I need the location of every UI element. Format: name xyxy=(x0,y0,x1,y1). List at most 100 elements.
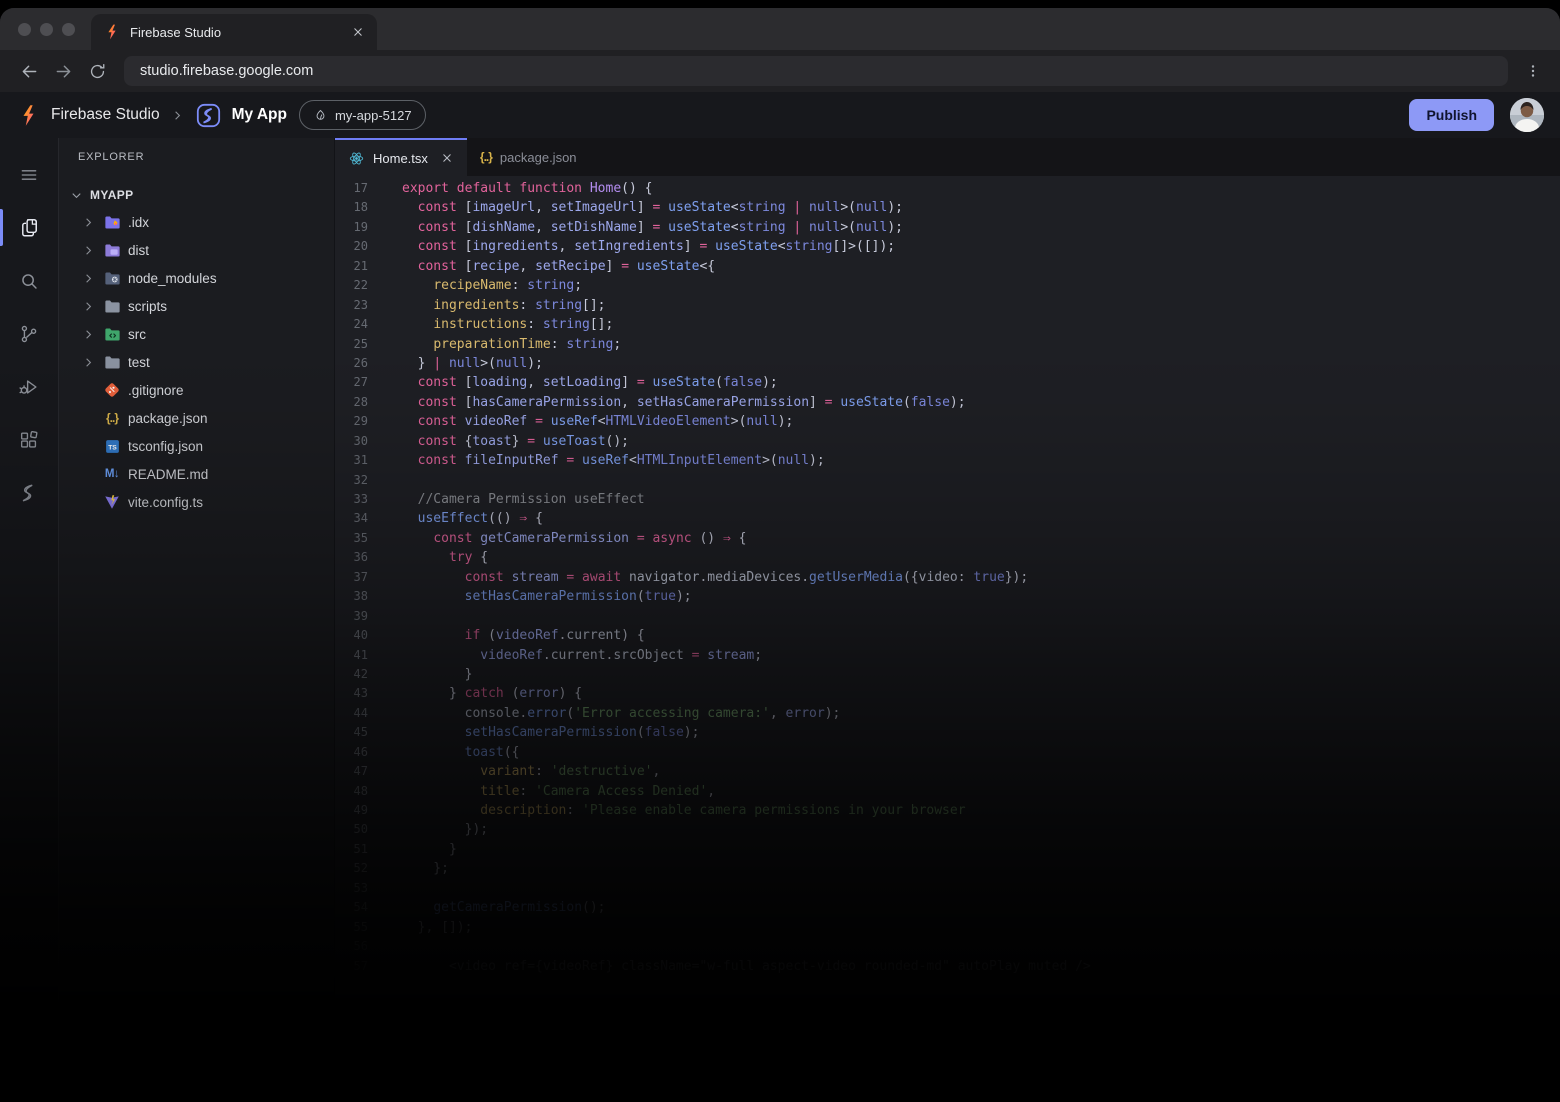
tree-item-dist[interactable]: dist xyxy=(59,236,334,264)
code-line: 20 const [ingredients, setIngredients] =… xyxy=(335,237,1560,256)
code-line: 38 setHasCameraPermission(true); xyxy=(335,587,1560,606)
line-number: 25 xyxy=(335,335,368,354)
activity-item-explorer[interactable] xyxy=(0,201,58,254)
line-number: 49 xyxy=(335,801,368,820)
browser-window: Firebase Studio studio.firebase.google.c… xyxy=(0,8,1560,1102)
activity-item-search[interactable] xyxy=(0,254,58,307)
folder-src-icon xyxy=(99,325,125,344)
tree-item-package-json[interactable]: {..} package.json xyxy=(59,404,334,432)
explorer-sidebar: EXPLORER MYAPP .idx d xyxy=(59,138,335,1102)
folder-idx-icon xyxy=(99,213,125,232)
run-debug-icon xyxy=(18,376,40,398)
line-number: 34 xyxy=(335,509,368,528)
tree-item-node-modules[interactable]: node_modules xyxy=(59,264,334,292)
code-line: 52 }; xyxy=(335,859,1560,878)
chevron-right-icon[interactable] xyxy=(81,299,99,314)
droplet-icon xyxy=(313,108,328,123)
tree-item-test[interactable]: test xyxy=(59,348,334,376)
line-number: 52 xyxy=(335,859,368,878)
code-line: 28 const [hasCameraPermission, setHasCam… xyxy=(335,393,1560,412)
activity-item-menu[interactable] xyxy=(0,148,58,201)
source-control-icon xyxy=(18,323,40,345)
chevron-right-icon[interactable] xyxy=(81,271,99,286)
tree-item-readme-md[interactable]: M↓ README.md xyxy=(59,460,334,488)
line-number: 45 xyxy=(335,723,368,742)
tree-root-myapp[interactable]: MYAPP xyxy=(59,182,334,208)
line-number: 41 xyxy=(335,646,368,665)
code-editor[interactable]: 17 export default function Home() { 18 c… xyxy=(335,176,1560,1102)
address-bar[interactable]: studio.firebase.google.com xyxy=(124,56,1508,86)
ts-icon: TS xyxy=(99,438,125,455)
activity-item-extensions[interactable] xyxy=(0,413,58,466)
code-line: 50 }); xyxy=(335,820,1560,839)
breadcrumb-chevron-icon xyxy=(170,108,185,123)
line-number: 27 xyxy=(335,373,368,392)
braces-icon: {..} xyxy=(480,150,492,164)
publish-button[interactable]: Publish xyxy=(1409,99,1494,131)
line-number: 47 xyxy=(335,762,368,781)
workspace-badge-label: my-app-5127 xyxy=(335,108,412,123)
activity-bar xyxy=(0,138,59,1102)
tree-item-src[interactable]: src xyxy=(59,320,334,348)
reload-button[interactable] xyxy=(80,54,114,88)
code-line: 17 export default function Home() { xyxy=(335,179,1560,198)
firebase-studio-brand[interactable]: Firebase Studio xyxy=(16,103,160,128)
close-icon[interactable] xyxy=(440,151,454,165)
app-icon xyxy=(195,102,222,129)
folder-node-icon xyxy=(99,269,125,288)
tree-root-label: MYAPP xyxy=(90,188,134,202)
app-header: Firebase Studio My App my-app-5127 Publi… xyxy=(0,92,1560,138)
line-number: 20 xyxy=(335,237,368,256)
line-number: 37 xyxy=(335,568,368,587)
activity-item-run-debug[interactable] xyxy=(0,360,58,413)
back-button[interactable] xyxy=(12,54,46,88)
editor-tab-package-json[interactable]: {..} package.json xyxy=(467,138,590,176)
chevron-right-icon[interactable] xyxy=(81,215,99,230)
code-line: 46 toast({ xyxy=(335,743,1560,762)
code-line: 36 try { xyxy=(335,548,1560,567)
markdown-icon: M↓ xyxy=(99,468,125,480)
line-number: 17 xyxy=(335,179,368,198)
chevron-right-icon[interactable] xyxy=(81,327,99,342)
chevron-right-icon[interactable] xyxy=(81,355,99,370)
activity-item-source-control[interactable] xyxy=(0,307,58,360)
tree-item-vite-config-ts[interactable]: vite.config.ts xyxy=(59,488,334,516)
tree-item-scripts[interactable]: scripts xyxy=(59,292,334,320)
window-zoom-button[interactable] xyxy=(62,23,75,36)
code-line: 24 instructions: string[]; xyxy=(335,315,1560,334)
workbench: EXPLORER MYAPP .idx d xyxy=(0,138,1560,1102)
window-close-button[interactable] xyxy=(18,23,31,36)
browser-toolbar: studio.firebase.google.com xyxy=(0,50,1560,92)
line-number: 30 xyxy=(335,432,368,451)
line-number: 51 xyxy=(335,840,368,859)
line-number: 53 xyxy=(335,879,368,898)
chevron-right-icon[interactable] xyxy=(81,243,99,258)
forward-button[interactable] xyxy=(46,54,80,88)
browser-tab-close-icon[interactable] xyxy=(351,25,365,39)
code-line: 54 getCameraPermission(); xyxy=(335,898,1560,917)
file-tree: .idx dist node_modules xyxy=(59,208,334,516)
tree-item--gitignore[interactable]: .gitignore xyxy=(59,376,334,404)
line-number: 43 xyxy=(335,684,368,703)
workspace-badge[interactable]: my-app-5127 xyxy=(299,100,426,130)
window-minimize-button[interactable] xyxy=(40,23,53,36)
code-line: 39 xyxy=(335,607,1560,626)
tree-item-tsconfig-json[interactable]: TS tsconfig.json xyxy=(59,432,334,460)
code-line: 53 xyxy=(335,879,1560,898)
code-line: 49 description: 'Please enable camera pe… xyxy=(335,801,1560,820)
extensions-icon xyxy=(18,429,40,451)
code-line: 18 const [imageUrl, setImageUrl] = useSt… xyxy=(335,198,1560,217)
chevron-down-icon xyxy=(69,188,84,203)
activity-item-firebase-studio[interactable] xyxy=(0,466,58,519)
tree-item--idx[interactable]: .idx xyxy=(59,208,334,236)
editor-tabbar: Home.tsx {..} package.json xyxy=(335,138,1560,176)
folder-dist-icon xyxy=(99,241,125,260)
line-number: 28 xyxy=(335,393,368,412)
browser-tab[interactable]: Firebase Studio xyxy=(91,14,377,50)
browser-menu-icon[interactable] xyxy=(1518,62,1548,80)
breadcrumb-app[interactable]: My App xyxy=(195,102,287,129)
window-controls[interactable] xyxy=(18,23,75,36)
editor-tab-home-tsx[interactable]: Home.tsx xyxy=(335,138,467,176)
browser-tabstrip: Firebase Studio xyxy=(0,8,1560,50)
user-avatar[interactable] xyxy=(1510,98,1544,132)
